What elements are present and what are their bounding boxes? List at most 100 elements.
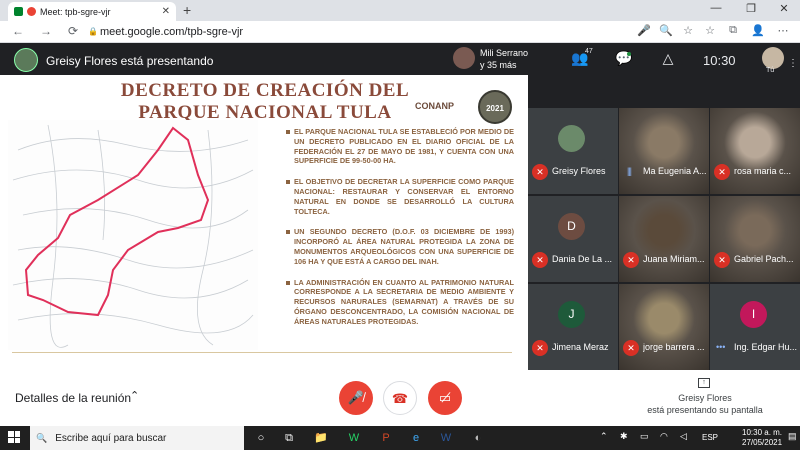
- speaking-indicator-icon: |||: [627, 166, 632, 176]
- chat-notification-dot: [627, 52, 631, 56]
- participant-name: Mili Serrano: [480, 48, 529, 58]
- more-options-icon[interactable]: ⋮: [788, 58, 798, 69]
- network-icon[interactable]: ⌃: [600, 431, 608, 442]
- participant-tile[interactable]: ✕ Greisy Flores: [528, 108, 618, 194]
- participant-tile[interactable]: ✕ Juana Miriam...: [619, 196, 709, 282]
- favorites-icon[interactable]: ☆: [702, 24, 718, 37]
- participant-name: Jimena Meraz: [552, 342, 609, 352]
- slide-bullet-list: EL PARQUE NACIONAL TULA SE ESTABLECIÓ PO…: [286, 127, 514, 338]
- slide-title: DECRETO DE CREACIÓN DEL PARQUE NACIONAL …: [120, 80, 410, 123]
- participant-name: Dania De La ...: [552, 254, 613, 264]
- chat-icon[interactable]: 💬: [612, 50, 636, 67]
- edge-icon[interactable]: e: [405, 428, 427, 448]
- anniversary-seal: 2021: [478, 90, 512, 124]
- participant-tile[interactable]: ✕ rosa maria c...: [710, 108, 800, 194]
- participant-avatar: [453, 47, 475, 69]
- powerpoint-icon[interactable]: P: [375, 428, 397, 448]
- file-explorer-icon[interactable]: 📁: [310, 428, 332, 448]
- battery-icon[interactable]: ▭: [640, 431, 649, 442]
- windows-start-icon[interactable]: [8, 431, 20, 443]
- new-tab-button[interactable]: +: [183, 2, 191, 18]
- mic-off-icon: ✕: [623, 340, 639, 356]
- word-icon[interactable]: W: [435, 428, 457, 448]
- slide-bullet: EL OBJETIVO DE DECRETAR LA SUPERFICIE CO…: [286, 177, 514, 216]
- participant-name: Greisy Flores: [552, 166, 606, 176]
- mic-off-icon: ✕: [714, 164, 730, 180]
- mic-off-icon: ✕: [532, 340, 548, 356]
- participant-video: [619, 108, 709, 194]
- activities-icon[interactable]: △: [656, 50, 680, 67]
- cortana-icon[interactable]: ○: [250, 428, 272, 448]
- meeting-details-button[interactable]: Detalles de la reunión: [15, 391, 131, 405]
- tab-close-icon[interactable]: ✕: [162, 6, 170, 17]
- self-label: Tú: [766, 67, 775, 74]
- wifi-icon[interactable]: ◠: [660, 431, 668, 442]
- participant-tile[interactable]: J ✕ Jimena Meraz: [528, 284, 618, 370]
- reload-icon[interactable]: ⟳: [65, 24, 81, 38]
- participant-tile[interactable]: ✕ Gabriel Pach...: [710, 196, 800, 282]
- bluetooth-icon[interactable]: ✱: [620, 431, 628, 442]
- participant-tile[interactable]: ||| Ma Eugenia A...: [619, 108, 709, 194]
- forward-icon[interactable]: →: [38, 24, 54, 38]
- people-count-badge: 47: [585, 48, 593, 55]
- back-icon[interactable]: ←: [10, 24, 26, 38]
- mic-off-icon: ✕: [623, 252, 639, 268]
- participant-name: Ing. Edgar Hu...: [734, 342, 798, 352]
- system-clock[interactable]: 10:30 a. m. 27/05/2021: [742, 428, 782, 448]
- participant-avatar: [558, 125, 585, 152]
- hang-up-button[interactable]: ☎: [383, 381, 417, 415]
- whatsapp-icon[interactable]: W: [343, 428, 365, 448]
- participant-video: [710, 108, 800, 194]
- app-icon[interactable]: ◐: [467, 428, 489, 448]
- presenter-name: Greisy Flores: [678, 393, 732, 403]
- browser-menu-icon[interactable]: ⋯: [775, 24, 791, 37]
- park-boundary-map: [8, 120, 258, 350]
- minimize-button[interactable]: —: [705, 2, 727, 14]
- notification-icon[interactable]: ▤: [788, 431, 797, 442]
- participant-video: [619, 196, 709, 282]
- input-language[interactable]: ESP: [702, 433, 718, 442]
- mic-off-icon: ✕: [714, 252, 730, 268]
- browser-tab[interactable]: Meet: tpb-sgre-vjr ✕: [8, 2, 176, 21]
- mic-off-icon: ✕: [532, 164, 548, 180]
- bookmark-icon[interactable]: ☆: [680, 24, 696, 37]
- participant-tile[interactable]: D ✕ Dania De La ...: [528, 196, 618, 282]
- participant-name: Juana Miriam...: [643, 254, 705, 264]
- slide-bullet: LA ADMINISTRACIÓN EN CUANTO AL PATRIMONI…: [286, 278, 514, 327]
- meet-favicon-icon: [14, 7, 23, 16]
- camera-off-button[interactable]: ▭̸: [428, 381, 462, 415]
- collections-icon[interactable]: ⧉: [725, 24, 741, 37]
- task-view-icon[interactable]: ⧉: [278, 428, 300, 448]
- maximize-button[interactable]: ❐: [740, 2, 762, 15]
- presenting-label: Greisy Flores está presentando: [46, 54, 214, 68]
- participant-name: Gabriel Pach...: [734, 254, 794, 264]
- profile-icon[interactable]: 👤: [750, 24, 766, 37]
- present-screen-icon[interactable]: ↑: [698, 378, 710, 388]
- slide-bullet: EL PARQUE NACIONAL TULA SE ESTABLECIÓ PO…: [286, 127, 514, 166]
- taskbar-search-box[interactable]: 🔍 Escribe aquí para buscar: [30, 426, 244, 450]
- participant-avatar: D: [558, 213, 585, 240]
- search-icon: 🔍: [36, 432, 48, 443]
- presenting-status: está presentando su pantalla: [647, 405, 763, 415]
- participant-name: jorge barrera ...: [643, 342, 705, 352]
- url-field[interactable]: meet.google.com/tpb-sgre-vjr: [100, 26, 243, 38]
- zoom-icon[interactable]: 🔍: [658, 24, 674, 37]
- participant-grid: ✕ Greisy Flores ||| Ma Eugenia A... ✕ rosa ma…: [528, 108, 800, 370]
- system-time: 10:30 a. m.: [742, 428, 783, 437]
- participant-tile[interactable]: I ••• Ing. Edgar Hu...: [710, 284, 800, 370]
- self-view-avatar[interactable]: [762, 47, 784, 69]
- participant-avatar: J: [558, 301, 585, 328]
- conanp-logo: CONANP: [415, 101, 455, 111]
- volume-icon[interactable]: ◁: [680, 431, 687, 442]
- participant-tile[interactable]: ✕ jorge barrera ...: [619, 284, 709, 370]
- mic-permission-icon[interactable]: 🎤: [636, 24, 652, 37]
- participant-name: Ma Eugenia A...: [643, 166, 707, 176]
- mic-off-button[interactable]: 🎤̸: [339, 381, 373, 415]
- presenter-avatar: [14, 48, 38, 72]
- lock-icon[interactable]: 🔒: [85, 27, 101, 36]
- close-window-button[interactable]: ✕: [773, 2, 795, 15]
- participants-summary: Mili Serrano y 35 más: [480, 47, 528, 71]
- slide-divider: [12, 352, 512, 353]
- participant-video: [619, 284, 709, 370]
- chevron-up-icon[interactable]: ⌃: [130, 389, 139, 402]
